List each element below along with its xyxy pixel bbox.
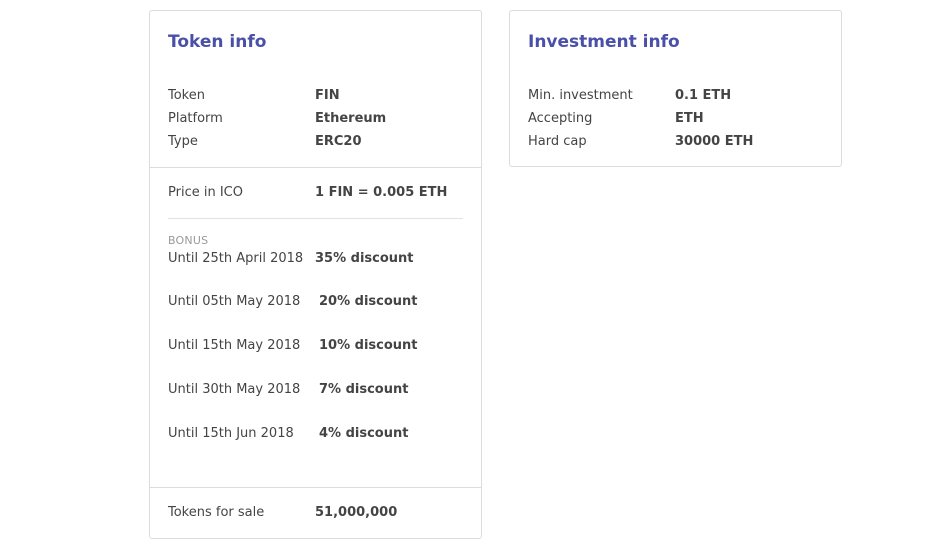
bonus-discount: 7% discount [319,382,409,397]
section-divider [150,167,481,168]
price-divider [168,218,463,219]
bonus-discount: 35% discount [315,251,414,266]
hard-cap-label: Hard cap [528,134,587,149]
token-value: FIN [315,88,340,103]
token-label: Token [168,88,205,103]
bonus-date: Until 30th May 2018 [168,382,301,397]
accepting-value: ETH [675,111,704,126]
bonus-date: Until 25th April 2018 [168,251,304,266]
investment-info-title: Investment info [528,32,680,52]
bonus-discount: 10% discount [319,338,418,353]
bonus-date: Until 05th May 2018 [168,294,301,309]
token-info-card: Token info Token FIN Platform Ethereum T… [149,10,482,539]
investment-info-card: Investment info Min. investment 0.1 ETH … [509,10,842,167]
bonus-date: Until 15th Jun 2018 [168,426,294,441]
price-label: Price in ICO [168,185,243,200]
min-investment-label: Min. investment [528,88,633,103]
platform-label: Platform [168,111,223,126]
price-value: 1 FIN = 0.005 ETH [315,185,448,200]
token-info-title: Token info [168,32,267,52]
bonus-date: Until 15th May 2018 [168,338,301,353]
type-label: Type [168,134,198,149]
accepting-label: Accepting [528,111,593,126]
section-divider [150,487,481,488]
bonus-discount: 20% discount [319,294,418,309]
hard-cap-value: 30000 ETH [675,134,754,149]
type-value: ERC20 [315,134,362,149]
bonus-heading: BONUS [168,234,209,247]
tokens-for-sale-value: 51,000,000 [315,505,398,520]
bonus-discount: 4% discount [319,426,409,441]
min-investment-value: 0.1 ETH [675,88,732,103]
tokens-for-sale-label: Tokens for sale [168,505,265,520]
platform-value: Ethereum [315,111,387,126]
